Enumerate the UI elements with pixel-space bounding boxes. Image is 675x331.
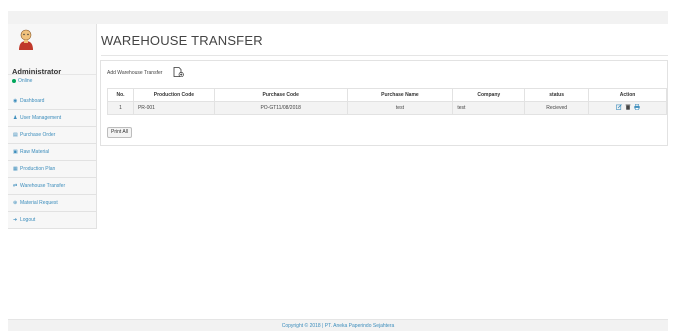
request-icon: ⊕ <box>13 200 18 206</box>
sidebar-item-label: Production Plan <box>20 166 56 172</box>
online-dot-icon <box>12 78 16 83</box>
divider <box>101 55 668 56</box>
col-header-purchase-name: Purchase Name <box>346 88 454 102</box>
sidebar-item-label: Purchase Order <box>20 132 56 138</box>
col-header-production-code: Production Code <box>132 88 215 102</box>
logout-icon: ➜ <box>13 217 18 223</box>
sidebar-item-label: Raw Material <box>20 149 50 155</box>
user-icon: ♟ <box>13 115 18 121</box>
sidebar-item-logout[interactable]: ➜ Logout <box>8 212 97 229</box>
box-icon: ▣ <box>13 149 18 155</box>
top-navbar <box>8 11 668 24</box>
col-header-action: Action <box>588 88 667 102</box>
avatar <box>19 29 33 50</box>
sidebar-item-dashboard[interactable]: ◉ Dashboard <box>8 93 97 110</box>
dashboard-icon: ◉ <box>13 98 18 104</box>
sidebar-item-label: Warehouse Transfer <box>20 183 66 189</box>
sidebar-item-label: Material Request <box>20 200 58 206</box>
col-header-purchase-code: Purchase Code <box>213 88 348 102</box>
calendar-icon: ▦ <box>13 166 18 172</box>
username: Administrator <box>12 67 62 76</box>
warehouse-transfer-table: No. Production Code Purchase Code Purcha… <box>107 88 667 115</box>
table-header-row: No. Production Code Purchase Code Purcha… <box>107 88 667 102</box>
col-header-company: Company <box>452 88 526 102</box>
cell-purchase-name: test <box>346 101 454 115</box>
list-icon: ▤ <box>13 132 18 138</box>
sidebar-item-purchase-order[interactable]: ▤ Purchase Order <box>8 127 97 144</box>
sidebar-item-warehouse-transfer[interactable]: ⇄ Warehouse Transfer <box>8 178 97 195</box>
cell-no: 1 <box>107 101 134 115</box>
delete-icon[interactable] <box>625 104 631 110</box>
page-title: WAREHOUSE TRANSFER <box>101 33 263 48</box>
footer: Copyright © 2018 | PT. Aneka Paperindo S… <box>8 319 668 331</box>
sidebar-item-label: User Management <box>20 115 62 121</box>
sidebar-item-raw-material[interactable]: ▣ Raw Material <box>8 144 97 161</box>
cell-purchase-code: PO-GT11/08/2018 <box>213 101 348 115</box>
sidebar-menu: ◉ Dashboard ♟ User Management ▤ Purchase Or… <box>8 93 97 229</box>
edit-icon[interactable] <box>615 104 622 110</box>
sidebar-item-production-plan[interactable]: ▦ Production Plan <box>8 161 97 178</box>
cell-status: Recieved <box>524 101 590 115</box>
sidebar-item-label: Logout <box>20 217 36 223</box>
add-document-icon[interactable] <box>173 67 184 77</box>
table-row: 1 PR-001 PO-GT11/08/2018 test test Recie… <box>107 101 667 115</box>
print-icon[interactable] <box>633 104 640 110</box>
online-status: Online <box>12 78 32 84</box>
print-all-button[interactable]: Print All <box>107 127 132 138</box>
cell-action <box>588 101 667 115</box>
sidebar-item-label: Dashboard <box>20 98 45 104</box>
status-label: Online <box>18 78 33 84</box>
col-header-status: status <box>524 88 590 102</box>
cell-company: test <box>452 101 526 115</box>
sidebar: Administrator Online ◉ Dashboard ♟ User Ma… <box>8 24 97 229</box>
sidebar-item-user-management[interactable]: ♟ User Management <box>8 110 97 127</box>
col-header-no: No. <box>107 88 134 102</box>
sidebar-item-material-request[interactable]: ⊕ Material Request <box>8 195 97 212</box>
add-warehouse-transfer-link[interactable]: Add Warehouse Transfer <box>107 70 162 76</box>
transfer-icon: ⇄ <box>13 183 18 189</box>
cell-production-code: PR-001 <box>132 101 215 115</box>
transfer-box: Add Warehouse Transfer No. Production Co… <box>100 60 668 146</box>
